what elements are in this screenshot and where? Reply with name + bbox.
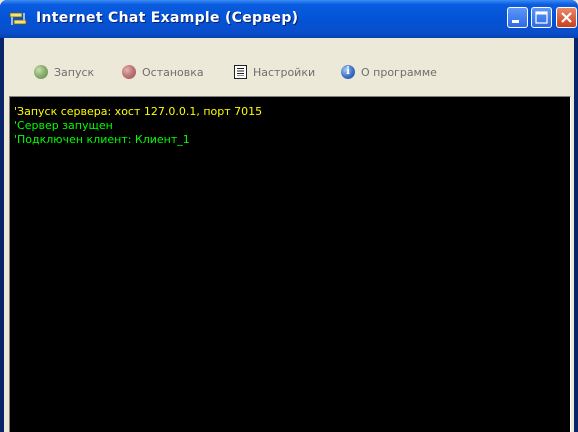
close-button[interactable] — [556, 7, 577, 28]
log-line: 'Запуск сервера: хост 127.0.0.1, порт 70… — [14, 105, 263, 118]
title-bar[interactable]: Internet Chat Example (Сервер) — [0, 0, 578, 38]
settings-label: Настройки — [253, 65, 316, 79]
green-dot-icon — [34, 65, 48, 79]
red-dot-icon — [122, 65, 136, 79]
toolbar: Запуск Остановка Настройки i О программе — [4, 38, 574, 96]
close-icon — [561, 12, 572, 23]
start-button[interactable]: Запуск — [34, 64, 94, 80]
chat-app-icon[interactable] — [9, 11, 27, 27]
client-area: Запуск Остановка Настройки i О программе… — [4, 38, 574, 432]
stop-button[interactable]: Остановка — [122, 64, 204, 80]
start-label: Запуск — [54, 65, 95, 79]
about-label: О программе — [361, 65, 437, 79]
info-icon: i — [341, 65, 355, 79]
log-console[interactable]: 'Запуск сервера: хост 127.0.0.1, порт 70… — [9, 96, 571, 432]
minimize-button[interactable] — [507, 7, 528, 28]
log-line: 'Сервер запущен — [14, 119, 113, 132]
settings-list-icon — [234, 65, 247, 79]
settings-button[interactable]: Настройки — [234, 64, 315, 80]
app-window: Internet Chat Example (Сервер) Запуск Ос… — [0, 0, 578, 432]
maximize-button[interactable] — [531, 7, 552, 28]
log-line: 'Подключен клиент: Клиент_1 — [14, 133, 190, 146]
window-title: Internet Chat Example (Сервер) — [36, 10, 299, 26]
stop-label: Остановка — [142, 65, 204, 79]
about-button[interactable]: i О программе — [341, 64, 437, 80]
maximize-icon — [535, 11, 548, 24]
minimize-icon — [512, 20, 519, 23]
